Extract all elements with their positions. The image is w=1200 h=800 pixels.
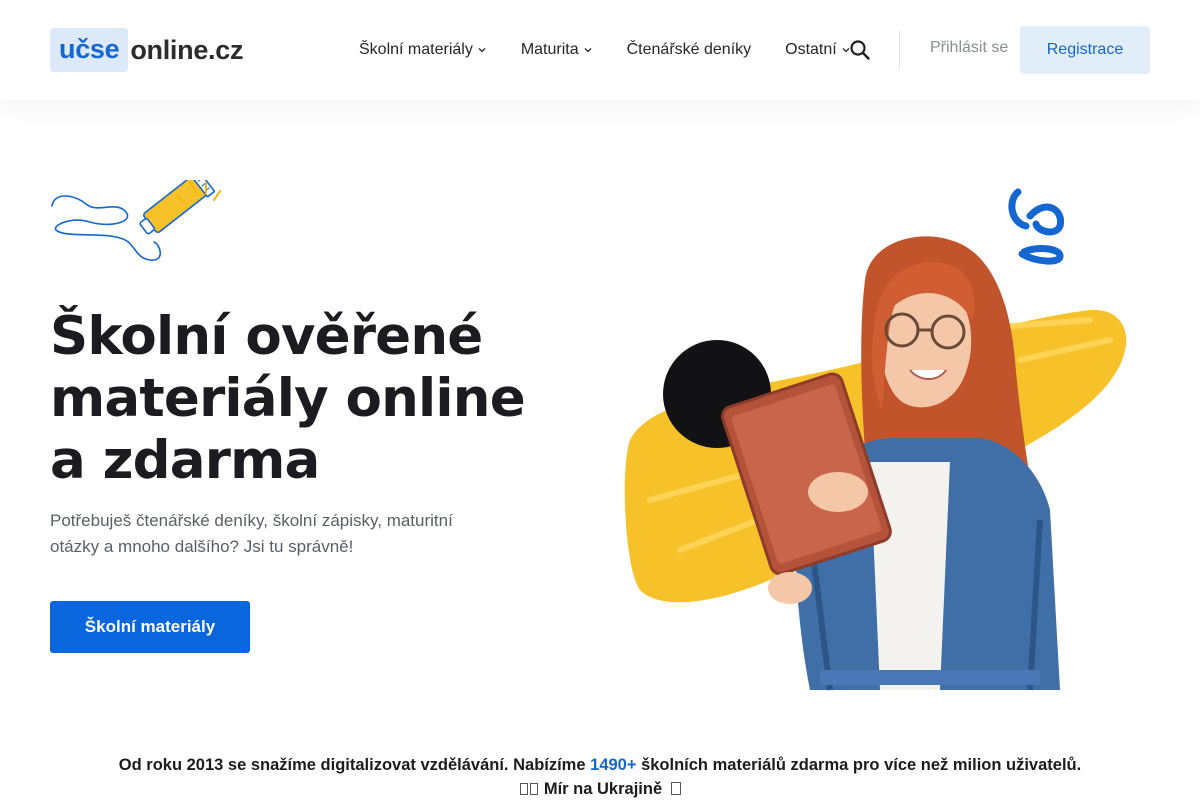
logo-boxed-text: učse	[50, 28, 129, 72]
peace-text: Mír na Ukrajině	[543, 780, 663, 798]
hero-woman-with-tablet-illustration	[624, 188, 1127, 691]
header-divider	[899, 30, 900, 70]
logo-domain-text: online.cz	[130, 34, 244, 65]
nav-item-maturita[interactable]: Maturita	[521, 41, 593, 59]
login-link[interactable]: Přihlásit se	[930, 39, 1008, 57]
heart-icon	[670, 782, 681, 795]
nav-item-skolni-materialy[interactable]: Školní materiály	[359, 41, 487, 59]
info-statement: Od roku 2013 se snažíme digitalizovat vz…	[0, 756, 1200, 775]
hero-subtitle: Potřebuješ čtenářské deníky, školní zápi…	[50, 511, 453, 556]
nav-item-label: Maturita	[520, 41, 579, 58]
site-logo[interactable]: učse online.cz	[50, 28, 243, 72]
peace-statement: Mír na Ukrajině	[0, 780, 1200, 799]
nav-item-ctenarske-deniky[interactable]: Čtenářské deníky	[627, 41, 752, 59]
hero-title: Školní ověřené materiály online a zdarma	[50, 306, 526, 491]
nav-item-label: Ostatní	[785, 41, 837, 58]
school-materials-button[interactable]: Školní materiály	[50, 601, 250, 653]
nav-item-label: Školní materiály	[359, 41, 473, 58]
materials-count: 1490+	[590, 756, 637, 774]
chevron-down-icon	[584, 48, 592, 53]
paint-tube-squiggle-illustration	[51, 180, 221, 261]
flag-icon	[530, 783, 539, 795]
nav-item-label: Čtenářské deníky	[626, 41, 752, 58]
register-button[interactable]: Registrace	[1020, 26, 1150, 74]
info-text-after: školních materiálů zdarma pro více než m…	[641, 756, 1082, 774]
chevron-down-icon	[478, 48, 486, 53]
info-text-before: Od roku 2013 se snažíme digitalizovat vz…	[118, 756, 586, 774]
search-icon[interactable]	[848, 38, 872, 62]
main-nav: Školní materiály Maturita Čtenářské dení…	[359, 0, 885, 100]
flag-icon	[520, 783, 529, 795]
nav-item-ostatni[interactable]: Ostatní	[785, 41, 851, 59]
site-header: učse online.cz Školní materiály Maturita…	[0, 0, 1200, 100]
